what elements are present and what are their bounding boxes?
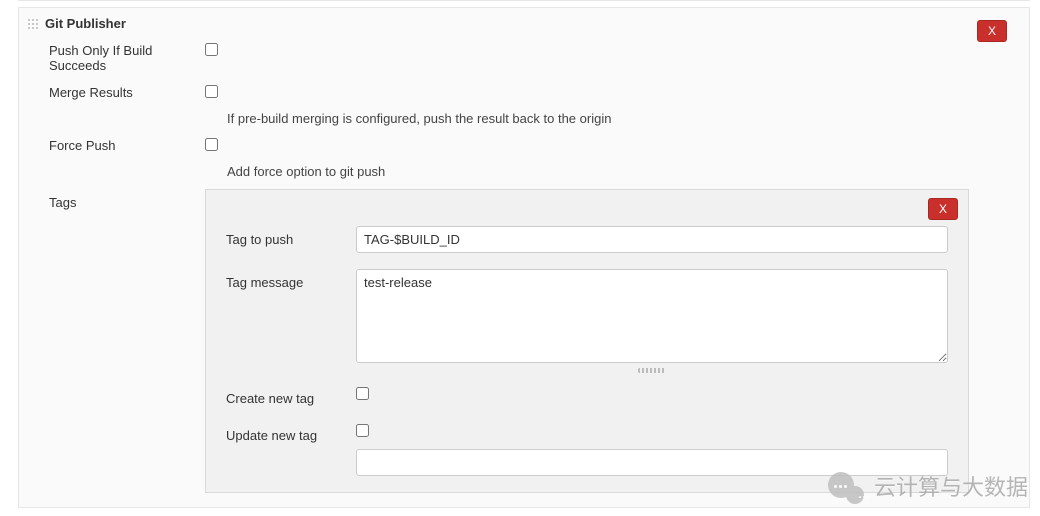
label-tag-to-push: Tag to push bbox=[226, 226, 356, 247]
trow-extra bbox=[226, 449, 948, 476]
checkbox-force-push[interactable] bbox=[205, 138, 218, 151]
label-push-only: Push Only If Build Succeeds bbox=[27, 41, 205, 73]
row-push-only: Push Only If Build Succeeds bbox=[27, 41, 969, 73]
input-tag-to-push[interactable] bbox=[356, 226, 948, 253]
label-update-new-tag: Update new tag bbox=[226, 422, 356, 443]
label-tag-message: Tag message bbox=[226, 269, 356, 290]
checkbox-push-only[interactable] bbox=[205, 43, 218, 56]
label-force-push: Force Push bbox=[27, 136, 205, 153]
trow-create-new-tag: Create new tag bbox=[226, 385, 948, 406]
input-extra[interactable] bbox=[356, 449, 948, 476]
section-close-button[interactable]: X bbox=[977, 20, 1007, 42]
git-publisher-section: X Git Publisher Push Only If Build Succe… bbox=[18, 7, 1030, 508]
drag-handle-icon[interactable] bbox=[27, 18, 39, 30]
label-create-new-tag: Create new tag bbox=[226, 385, 356, 406]
checkbox-merge-results[interactable] bbox=[205, 85, 218, 98]
section-title: Git Publisher bbox=[45, 16, 126, 31]
row-merge-results: Merge Results bbox=[27, 83, 969, 101]
trow-update-new-tag: Update new tag bbox=[226, 422, 948, 443]
section-header: Git Publisher bbox=[27, 16, 969, 31]
row-tags: Tags X Tag to push Tag message bbox=[27, 189, 969, 493]
label-extra bbox=[226, 449, 356, 455]
checkbox-update-new-tag[interactable] bbox=[356, 424, 369, 437]
label-merge-results: Merge Results bbox=[27, 83, 205, 100]
row-force-push: Force Push bbox=[27, 136, 969, 154]
tags-panel-close-button[interactable]: X bbox=[928, 198, 958, 220]
textarea-tag-message[interactable] bbox=[356, 269, 948, 363]
resize-grip-icon[interactable] bbox=[638, 368, 666, 373]
trow-tag-message: Tag message bbox=[226, 269, 948, 373]
tags-panel: X Tag to push Tag message bbox=[205, 189, 969, 493]
checkbox-create-new-tag[interactable] bbox=[356, 387, 369, 400]
hint-force-push: Add force option to git push bbox=[227, 164, 969, 179]
label-tags: Tags bbox=[27, 189, 205, 493]
hint-merge-results: If pre-build merging is configured, push… bbox=[227, 111, 969, 126]
trow-tag-to-push: Tag to push bbox=[226, 226, 948, 253]
top-rule bbox=[18, 0, 1030, 1]
